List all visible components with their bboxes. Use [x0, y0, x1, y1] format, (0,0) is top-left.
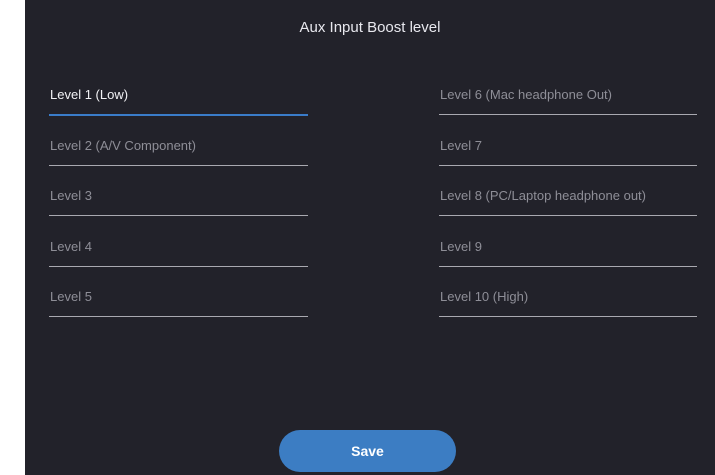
level-option-label: Level 7 — [440, 137, 482, 153]
level-option-6[interactable]: Level 6 (Mac headphone Out) — [439, 70, 697, 121]
level-option-underline — [439, 316, 697, 317]
level-option-10[interactable]: Level 10 (High) — [439, 272, 697, 323]
level-option-9[interactable]: Level 9 — [439, 222, 697, 273]
level-option-underline — [439, 265, 697, 267]
level-option-label: Level 1 (Low) — [50, 87, 129, 102]
level-option-underline — [439, 164, 697, 166]
level-option-label: Level 8 (PC/Laptop headphone out) — [440, 188, 646, 203]
level-option-3[interactable]: Level 3 — [49, 171, 308, 222]
level-option-underline — [49, 215, 308, 216]
save-button[interactable]: Save — [279, 430, 456, 472]
level-option-underline — [439, 114, 697, 115]
levels-column-left: Level 1 (Low) Level 2 (A/V Component) Le… — [49, 70, 308, 323]
level-option-1[interactable]: Level 1 (Low) — [49, 70, 308, 121]
levels-column-right: Level 6 (Mac headphone Out) Level 7 Leve… — [439, 70, 697, 323]
level-option-2[interactable]: Level 2 (A/V Component) — [49, 121, 308, 172]
level-option-label: Level 5 — [50, 289, 92, 304]
level-option-underline — [49, 114, 308, 116]
level-option-5[interactable]: Level 5 — [49, 272, 308, 323]
level-option-label: Level 6 (Mac headphone Out) — [440, 87, 612, 102]
aux-input-boost-screen: Aux Input Boost level Level 1 (Low) Leve… — [25, 0, 715, 475]
level-option-underline — [439, 215, 697, 216]
level-option-label: Level 9 — [440, 238, 482, 254]
level-option-label: Level 3 — [50, 188, 92, 203]
level-option-8[interactable]: Level 8 (PC/Laptop headphone out) — [439, 171, 697, 222]
page-title: Aux Input Boost level — [299, 19, 441, 36]
level-option-4[interactable]: Level 4 — [49, 222, 308, 273]
level-option-underline — [49, 164, 308, 166]
level-option-label: Level 2 (A/V Component) — [50, 137, 196, 153]
level-option-label: Level 4 — [50, 238, 92, 254]
level-option-underline — [49, 316, 308, 317]
level-option-underline — [49, 265, 308, 267]
level-option-7[interactable]: Level 7 — [439, 121, 697, 172]
level-option-label: Level 10 (High) — [440, 289, 529, 304]
